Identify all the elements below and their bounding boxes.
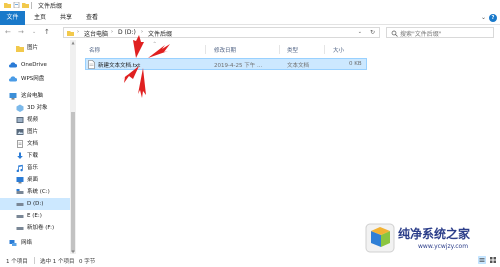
watermark-logo — [365, 223, 395, 253]
selected-count: 选中 1 个项目 — [40, 259, 75, 265]
watermark-name: 纯净系统之家 — [398, 227, 471, 241]
item-count: 1 个项目 — [6, 259, 28, 265]
annotation-arrow-group — [121, 35, 170, 98]
arrow-annotation — [133, 35, 144, 58]
watermark-url: www.ycwjzy.com — [418, 243, 469, 250]
status-separator — [34, 257, 35, 264]
arrow-annotation — [121, 66, 139, 83]
arrow-annotation — [148, 44, 170, 58]
selected-size: 0 字节 — [79, 259, 96, 265]
watermark: 纯净系统之家 www.ycwjzy.com — [364, 220, 496, 260]
arrow-annotation — [138, 68, 146, 98]
